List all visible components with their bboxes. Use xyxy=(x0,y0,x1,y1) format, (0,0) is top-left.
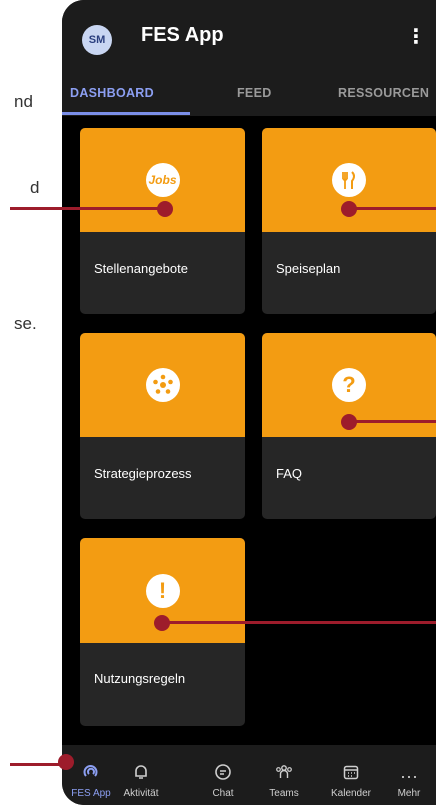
tile-label: Strategieprozess xyxy=(94,466,192,481)
tile-nutzungsregeln[interactable]: ! Nutzungsregeln xyxy=(80,538,245,726)
nav-label: Teams xyxy=(269,788,299,799)
cutlery-icon xyxy=(332,163,366,198)
chat-icon xyxy=(196,762,250,786)
more-icon: ··· xyxy=(400,766,418,786)
callout-dot xyxy=(341,414,357,430)
active-tab-indicator xyxy=(62,112,190,115)
network-icon xyxy=(145,368,180,403)
nav-chat[interactable]: Chat xyxy=(196,762,250,799)
app-header: SM FES App ⋮ xyxy=(62,0,436,78)
phone-screen: SM FES App ⋮ DASHBOARD FEED RESSOURCEN J… xyxy=(62,0,436,805)
callout-line xyxy=(349,207,436,210)
bell-icon xyxy=(114,762,168,786)
kebab-menu-icon[interactable]: ⋮ xyxy=(406,24,426,49)
tab-dashboard[interactable]: DASHBOARD xyxy=(70,86,154,100)
nav-label: Aktivität xyxy=(123,788,159,799)
nav-kalender[interactable]: Kalender xyxy=(324,762,378,799)
tile-label: Speiseplan xyxy=(276,261,341,276)
tab-feed[interactable]: FEED xyxy=(237,86,272,100)
callout-line xyxy=(10,207,165,210)
bottom-navigation: FES App Aktivität Chat Teams Kalender ··… xyxy=(62,745,436,805)
tab-ressourcen[interactable]: RESSOURCEN xyxy=(338,86,429,100)
tile-strategieprozess[interactable]: Strategieprozess xyxy=(80,333,245,519)
nav-label: Mehr xyxy=(397,788,421,799)
teams-icon xyxy=(257,762,311,786)
tile-label: Stellenangebote xyxy=(94,261,188,276)
jobs-icon: Jobs xyxy=(145,163,180,198)
callout-dot xyxy=(341,201,357,217)
tile-speiseplan[interactable]: Speiseplan xyxy=(262,128,436,314)
background-text-2: d xyxy=(30,178,40,197)
exclamation-icon: ! xyxy=(145,573,180,608)
nav-aktivitaet[interactable]: Aktivität xyxy=(114,762,168,799)
callout-line xyxy=(162,621,436,624)
tile-label: Nutzungsregeln xyxy=(94,671,186,686)
question-icon: ? xyxy=(332,368,366,403)
background-text-1: nd xyxy=(14,92,33,111)
tile-banner xyxy=(80,333,245,438)
tile-label: FAQ xyxy=(276,466,303,481)
callout-dot xyxy=(157,201,173,217)
callout-line xyxy=(349,420,436,423)
callout-dot xyxy=(154,615,170,631)
nav-label: Chat xyxy=(212,788,234,799)
nav-fes-app[interactable]: FES App xyxy=(64,762,118,799)
app-title: FES App xyxy=(141,24,224,46)
nav-label: Kalender xyxy=(330,788,372,799)
background-text-3: se. xyxy=(14,314,37,333)
nav-mehr[interactable]: ··· Mehr xyxy=(382,766,436,799)
nav-teams[interactable]: Teams xyxy=(257,762,311,799)
calendar-icon xyxy=(324,762,378,786)
callout-dot xyxy=(58,754,74,770)
avatar[interactable]: SM xyxy=(82,25,112,55)
nav-label: FES App xyxy=(71,788,111,799)
tab-bar: DASHBOARD FEED RESSOURCEN xyxy=(62,78,436,116)
tile-stellenangebote[interactable]: Jobs Stellenangebote xyxy=(80,128,245,314)
